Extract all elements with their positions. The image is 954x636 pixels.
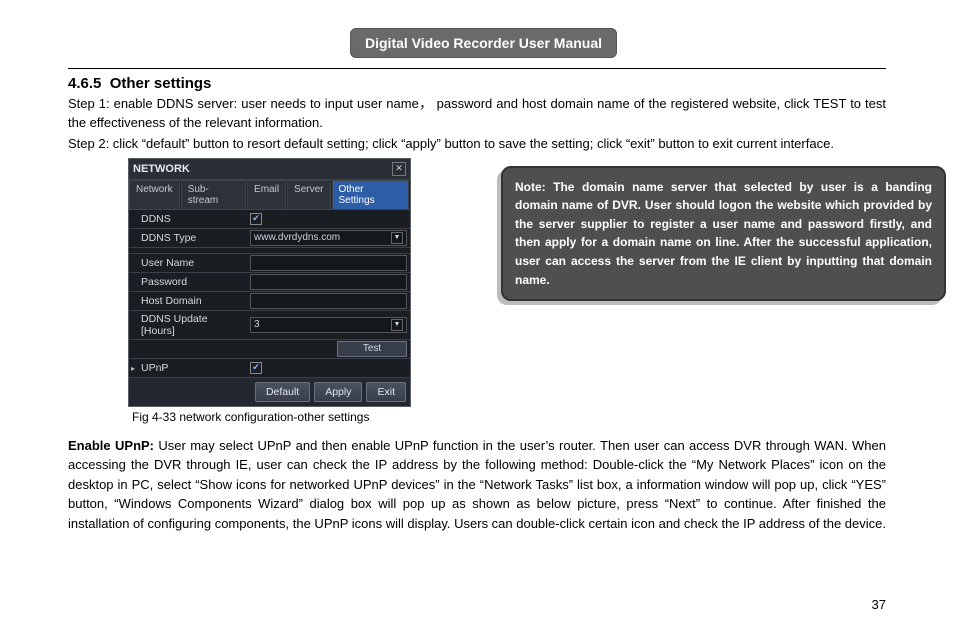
label-user-name: User Name <box>129 255 247 271</box>
apply-button[interactable]: Apply <box>314 382 362 402</box>
dvr-form: DDNS ✔ DDNS Type www.dvrdydns.com ▼ <box>129 210 410 378</box>
ddns-type-value: www.dvrdydns.com <box>254 232 340 243</box>
step-2-text: Step 2: click “default” button to resort… <box>68 135 886 154</box>
upnp-paragraph: Enable UPnP: User may select UPnP and th… <box>68 436 886 534</box>
ddns-update-value: 3 <box>254 319 260 330</box>
page-number: 37 <box>872 597 886 612</box>
tab-sub-stream[interactable]: Sub-stream <box>181 180 246 209</box>
ddns-update-select[interactable]: 3 ▼ <box>250 317 407 333</box>
figure-caption: Fig 4-33 network configuration-other set… <box>128 410 411 424</box>
upnp-heading: Enable UPnP: <box>68 438 154 453</box>
section-title: Other settings <box>110 75 212 92</box>
page-header-title: Digital Video Recorder User Manual <box>350 28 617 58</box>
user-name-input[interactable] <box>250 255 407 271</box>
header-rule <box>68 68 886 69</box>
test-button[interactable]: Test <box>337 341 407 357</box>
dvr-titlebar: NETWORK ✕ <box>129 159 410 180</box>
host-domain-input[interactable] <box>250 293 407 309</box>
figure-column: NETWORK ✕ Network Sub-stream Email Serve… <box>128 158 411 424</box>
tab-server[interactable]: Server <box>287 180 330 209</box>
tab-email[interactable]: Email <box>247 180 286 209</box>
dvr-tabs: Network Sub-stream Email Server Other Se… <box>129 180 410 210</box>
chevron-down-icon: ▼ <box>391 319 403 331</box>
label-password: Password <box>129 274 247 290</box>
close-icon[interactable]: ✕ <box>392 162 406 176</box>
section-number: 4.6.5 <box>68 75 101 92</box>
section-heading: 4.6.5 Other settings <box>68 75 886 92</box>
step-1-text: Step 1: enable DDNS server: user needs t… <box>68 95 886 133</box>
note-box-wrap: Note: The domain name server that select… <box>501 166 946 302</box>
expand-icon[interactable]: ▸ <box>131 364 135 373</box>
ddns-type-select[interactable]: www.dvrdydns.com ▼ <box>250 230 407 246</box>
label-host-domain: Host Domain <box>129 293 247 309</box>
chevron-down-icon: ▼ <box>391 232 403 244</box>
note-box: Note: The domain name server that select… <box>501 166 946 302</box>
upnp-label-text: UPnP <box>141 362 168 374</box>
tab-network[interactable]: Network <box>129 180 180 209</box>
tab-other-settings[interactable]: Other Settings <box>332 180 410 209</box>
dvr-network-window: NETWORK ✕ Network Sub-stream Email Serve… <box>128 158 411 407</box>
label-empty <box>129 347 247 351</box>
upnp-body: User may select UPnP and then enable UPn… <box>68 438 886 531</box>
upnp-checkbox[interactable]: ✔ <box>250 362 262 374</box>
password-input[interactable] <box>250 274 407 290</box>
exit-button[interactable]: Exit <box>366 382 406 402</box>
dvr-footer: Default Apply Exit <box>129 378 410 406</box>
default-button[interactable]: Default <box>255 382 310 402</box>
dvr-window-title: NETWORK <box>133 163 190 175</box>
ddns-checkbox[interactable]: ✔ <box>250 213 262 225</box>
label-ddns: DDNS <box>129 211 247 227</box>
label-upnp: ▸ UPnP <box>129 360 247 376</box>
label-ddns-update: DDNS Update [Hours] <box>129 311 247 339</box>
label-ddns-type: DDNS Type <box>129 230 247 246</box>
